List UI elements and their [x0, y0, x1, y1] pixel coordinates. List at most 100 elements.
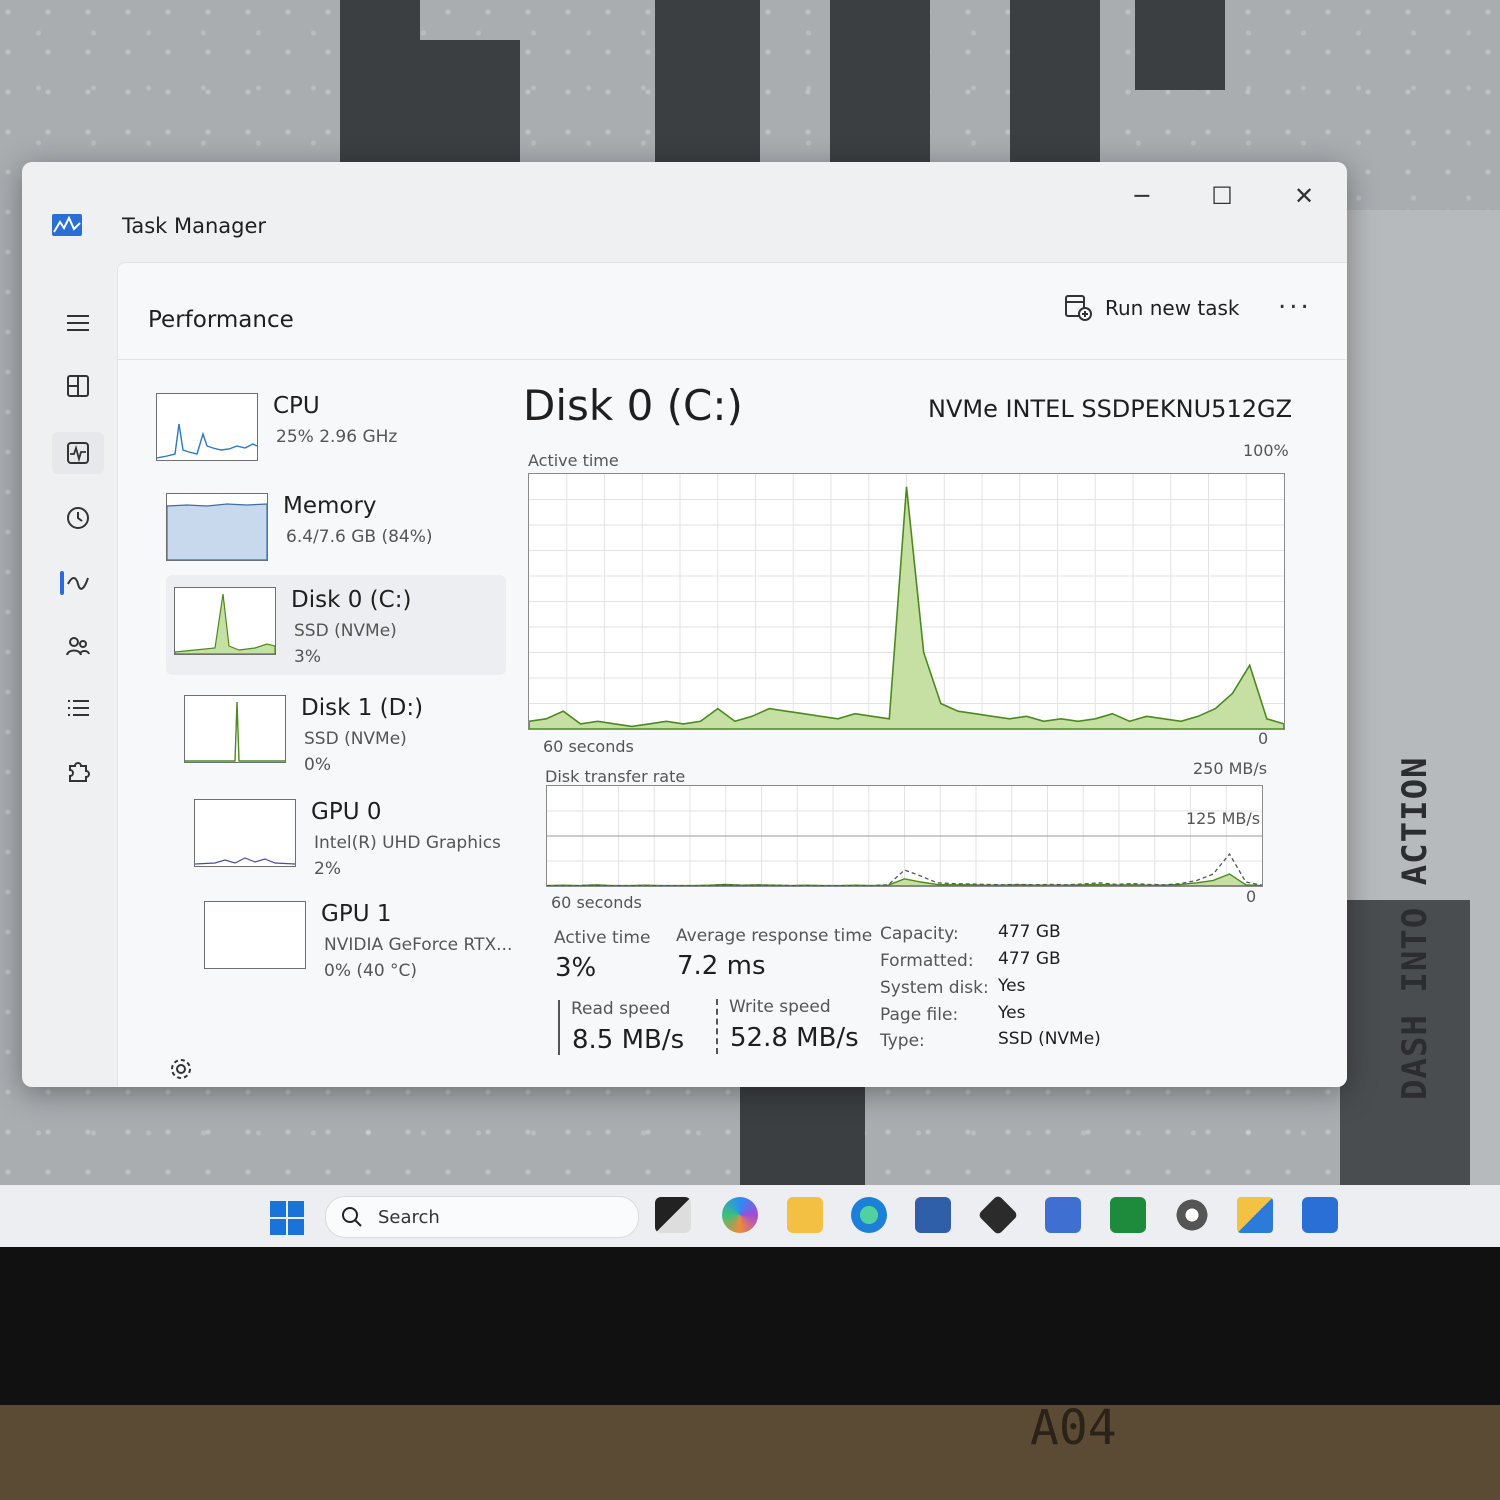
wallpaper-shape [1135, 0, 1225, 90]
prop-type-key: Type: [880, 1031, 925, 1051]
search-placeholder: Search [378, 1206, 440, 1228]
device-item-gpu-0[interactable]: GPU 0 Intel(R) UHD Graphics 2% [186, 787, 526, 887]
more-options-button[interactable]: ... [1278, 285, 1312, 315]
device-item-cpu[interactable]: CPU 25% 2.96 GHz [148, 381, 488, 481]
close-button[interactable]: ✕ [1284, 176, 1324, 216]
task-manager-app-icon [52, 214, 82, 236]
run-new-task-label: Run new task [1105, 296, 1240, 320]
device-usage: 0% (40 °C) [324, 961, 418, 981]
nav-details[interactable] [52, 687, 104, 729]
device-name: Disk 1 (D:) [301, 695, 424, 721]
stat-avg-response-label: Average response time [676, 926, 873, 946]
settings-app-icon[interactable] [1174, 1197, 1210, 1233]
device-item-memory[interactable]: Memory 6.4/7.6 GB (84%) [158, 481, 498, 581]
task-manager-taskbar-icon[interactable] [1302, 1197, 1338, 1233]
app-m-icon[interactable] [1045, 1197, 1081, 1233]
nav-services[interactable] [52, 750, 104, 792]
prop-system-disk-value: Yes [998, 976, 1026, 996]
nav-processes[interactable] [52, 365, 104, 407]
header-divider [118, 359, 1347, 360]
services-puzzle-icon [69, 762, 90, 782]
nav-app-history[interactable] [52, 497, 104, 539]
taskbar: Search [0, 1185, 1500, 1247]
microsoft-store-icon[interactable] [915, 1197, 951, 1233]
task-manager-window: Task Manager ─ ☐ ✕ Performance Run new t… [22, 162, 1347, 1087]
minimize-button[interactable]: ─ [1122, 176, 1162, 216]
title-bar[interactable]: Task Manager ─ ☐ ✕ [22, 162, 1347, 252]
xbox-icon[interactable] [1110, 1197, 1146, 1233]
prop-type-value: SSD (NVMe) [998, 1029, 1101, 1049]
gpu1-thumbnail-graph [204, 901, 306, 969]
device-name: Disk 0 (C:) [291, 587, 412, 613]
write-speed-legend-line [716, 999, 718, 1054]
task-view-icon[interactable] [655, 1197, 691, 1233]
windows-start-icon[interactable] [270, 1201, 304, 1235]
stat-active-time-label: Active time [554, 928, 651, 948]
active-time-max-label: 100% [1243, 441, 1289, 460]
edge-browser-icon[interactable] [851, 1197, 887, 1233]
gpu0-thumbnail-graph [194, 799, 296, 867]
maximize-button[interactable]: ☐ [1202, 176, 1242, 216]
read-speed-legend-line [558, 1000, 560, 1055]
stat-read-value: 8.5 MB/s [572, 1025, 685, 1055]
device-usage: 0% [304, 755, 331, 775]
taskbar-search-box[interactable]: Search [325, 1196, 639, 1238]
device-subtitle: SSD (NVMe) [304, 729, 407, 749]
cpu-thumbnail-graph [156, 393, 258, 461]
stat-write-label: Write speed [729, 997, 831, 1017]
stat-read-label: Read speed [571, 999, 671, 1019]
device-usage: 2% [314, 859, 341, 879]
run-task-icon [1065, 295, 1092, 321]
device-subtitle: NVIDIA GeForce RTX... [324, 935, 513, 955]
device-subtitle: Intel(R) UHD Graphics [314, 833, 501, 853]
prop-formatted-key: Formatted: [880, 951, 974, 971]
nav-performance[interactable] [52, 432, 104, 474]
wallpaper-text: DASH INTO ACTION [1395, 756, 1435, 1100]
hamburger-icon [67, 315, 89, 331]
processes-icon [67, 375, 89, 397]
details-list-icon [68, 700, 89, 716]
file-explorer-icon[interactable] [787, 1197, 823, 1233]
transfer-mid-label: 125 MB/s [1186, 809, 1261, 828]
desk-surface [0, 1405, 1500, 1500]
users-icon [66, 637, 90, 656]
active-time-label: Active time [528, 451, 619, 470]
security-shield-icon[interactable] [1237, 1197, 1273, 1233]
device-item-disk-0[interactable]: Disk 0 (C:) SSD (NVMe) 3% [166, 575, 506, 675]
transfer-rate-label: Disk transfer rate [545, 767, 686, 786]
device-subtitle: 25% 2.96 GHz [276, 427, 398, 447]
device-name: CPU [273, 393, 320, 419]
history-icon [67, 507, 89, 529]
page-title: Performance [148, 307, 294, 333]
prop-formatted-value: 477 GB [998, 949, 1061, 969]
device-item-disk-1[interactable]: Disk 1 (D:) SSD (NVMe) 0% [176, 683, 516, 783]
device-name: Memory [283, 493, 377, 519]
device-subtitle: SSD (NVMe) [294, 621, 397, 641]
wallpaper-shape [655, 0, 760, 170]
run-new-task-button[interactable]: Run new task [1063, 288, 1240, 328]
window-title: Task Manager [122, 214, 267, 238]
disk1-thumbnail-graph [184, 695, 286, 763]
prop-system-disk-key: System disk: [880, 978, 989, 998]
device-name: GPU 0 [311, 799, 382, 825]
nav-users[interactable] [52, 625, 104, 667]
active-time-span-label: 60 seconds [543, 737, 634, 756]
stat-avg-response-value: 7.2 ms [677, 951, 766, 981]
hamburger-menu-button[interactable] [52, 302, 104, 344]
transfer-max-label: 250 MB/s [1193, 759, 1268, 778]
prop-capacity-key: Capacity: [880, 924, 959, 944]
memory-thumbnail-graph [166, 493, 268, 561]
settings-gear-icon[interactable] [168, 1056, 194, 1082]
wallpaper-shape [830, 0, 930, 170]
copilot-icon[interactable] [722, 1197, 758, 1233]
prop-page-file-key: Page file: [880, 1005, 959, 1025]
performance-content: Performance Run new task ... CPU 25% 2.9… [117, 262, 1347, 1087]
stat-write-value: 52.8 MB/s [730, 1023, 859, 1053]
device-item-gpu-1[interactable]: GPU 1 NVIDIA GeForce RTX... 0% (40 °C) [196, 889, 536, 989]
transfer-span-label: 60 seconds [551, 893, 642, 912]
app-cube-icon[interactable] [977, 1194, 1019, 1236]
nav-startup-apps[interactable] [52, 560, 104, 602]
wallpaper-shape [1010, 0, 1100, 170]
prop-capacity-value: 477 GB [998, 922, 1061, 942]
wallpaper-shape [340, 0, 420, 170]
